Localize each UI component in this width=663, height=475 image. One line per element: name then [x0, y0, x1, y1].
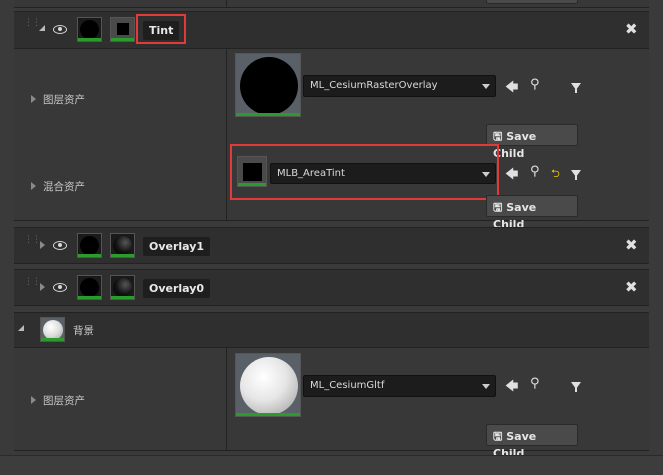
expand-arrow[interactable] — [31, 182, 36, 190]
layer-name-overlay1[interactable]: Overlay1 — [143, 237, 211, 256]
filter-icon-stem — [575, 388, 577, 392]
layer-asset-label: 图层资产 — [43, 94, 85, 106]
drag-handle[interactable]: ⋮⋮ — [24, 236, 41, 245]
expand-arrow[interactable] — [40, 241, 45, 249]
save-icon: 🖫 — [493, 430, 503, 443]
blend-thumbnail — [110, 233, 135, 258]
blend-asset-label: 混合资产 — [43, 181, 85, 193]
divider — [226, 0, 227, 8]
save-icon: 🖫 — [493, 201, 503, 214]
save-child-button[interactable]: 🖫 Save Child — [486, 424, 578, 460]
layer-asset-value: ML_CesiumRasterOverlay — [310, 80, 438, 91]
arrow-left-icon[interactable]: 🡄 — [505, 78, 518, 100]
filter-icon-stem — [575, 89, 577, 93]
filter-icon-stem — [575, 176, 577, 180]
bottom-strip — [0, 455, 663, 475]
blend-thumbnail — [110, 275, 135, 300]
collapse-arrow[interactable] — [39, 25, 45, 31]
expand-arrow[interactable] — [31, 396, 36, 404]
search-icon[interactable]: ⚲ — [530, 376, 540, 391]
save-child-button[interactable]: 🖫 Save Child — [486, 195, 578, 231]
eye-icon[interactable] — [53, 25, 67, 34]
layer-asset-combo[interactable]: ML_CesiumGltf — [303, 375, 496, 397]
drag-handle[interactable]: ⋮⋮ — [24, 278, 41, 287]
collapse-arrow[interactable] — [18, 325, 24, 331]
layer-thumbnail — [77, 17, 102, 42]
layer-header-background[interactable] — [14, 312, 649, 348]
layer-name-overlay0[interactable]: Overlay0 — [143, 279, 211, 298]
divider — [226, 49, 227, 221]
save-child-button-partial[interactable] — [486, 0, 578, 4]
arrow-left-icon[interactable]: 🡄 — [505, 377, 518, 399]
save-icon: 🖫 — [493, 130, 503, 143]
search-icon[interactable]: ⚲ — [530, 77, 540, 92]
layer-asset-combo[interactable]: ML_CesiumRasterOverlay — [303, 75, 496, 97]
search-icon[interactable]: ⚲ — [530, 164, 540, 179]
close-icon[interactable]: ✖ — [625, 236, 638, 254]
eye-icon[interactable] — [53, 241, 67, 250]
close-icon[interactable]: ✖ — [625, 20, 638, 38]
expand-arrow[interactable] — [31, 95, 36, 103]
highlight-box — [136, 14, 186, 44]
expand-arrow[interactable] — [40, 283, 45, 291]
layer-thumbnail — [77, 233, 102, 258]
layer-asset-thumbnail[interactable] — [235, 353, 301, 417]
arrow-left-icon[interactable]: 🡄 — [505, 165, 518, 187]
layer-asset-value: ML_CesiumGltf — [310, 380, 385, 391]
drag-handle[interactable]: ⋮⋮ — [24, 19, 41, 28]
layer-asset-label: 图层资产 — [43, 395, 85, 407]
divider — [226, 348, 227, 451]
layer-thumbnail — [40, 317, 65, 342]
save-child-button[interactable]: 🖫 Save Child — [486, 124, 578, 160]
eye-icon[interactable] — [53, 283, 67, 292]
blend-thumbnail — [110, 17, 135, 42]
close-icon[interactable]: ✖ — [625, 278, 638, 296]
highlight-box — [230, 144, 499, 200]
layer-name-background[interactable]: 背景 — [73, 323, 94, 338]
layer-thumbnail — [77, 275, 102, 300]
layer-asset-thumbnail[interactable] — [235, 53, 301, 117]
reset-arrow-icon[interactable]: ⮌ — [551, 165, 560, 184]
